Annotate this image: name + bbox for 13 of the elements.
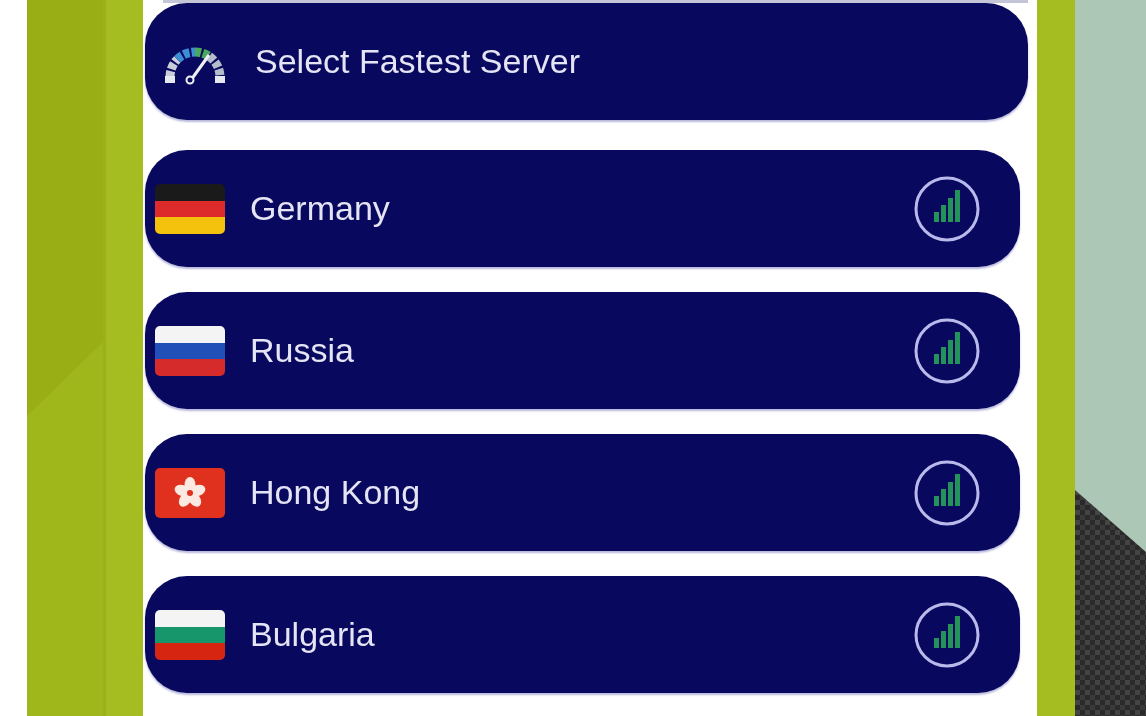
signal-strength-icon	[914, 459, 980, 526]
server-row[interactable]: Bulgaria	[145, 576, 1020, 693]
germany-flag-icon	[155, 183, 225, 234]
server-row[interactable]: Hong Kong	[145, 434, 1020, 551]
server-row[interactable]: Germany	[145, 150, 1020, 267]
server-row[interactable]: Russia	[145, 292, 1020, 409]
signal-strength-icon	[914, 317, 980, 384]
bulgaria-flag-icon	[155, 609, 225, 660]
hong-kong-flag-icon	[155, 467, 225, 518]
signal-strength-icon	[914, 175, 980, 242]
signal-strength-icon	[914, 601, 980, 668]
fastest-server-button[interactable]: Select Fastest Server	[145, 3, 1028, 120]
russia-flag-icon	[155, 325, 225, 376]
